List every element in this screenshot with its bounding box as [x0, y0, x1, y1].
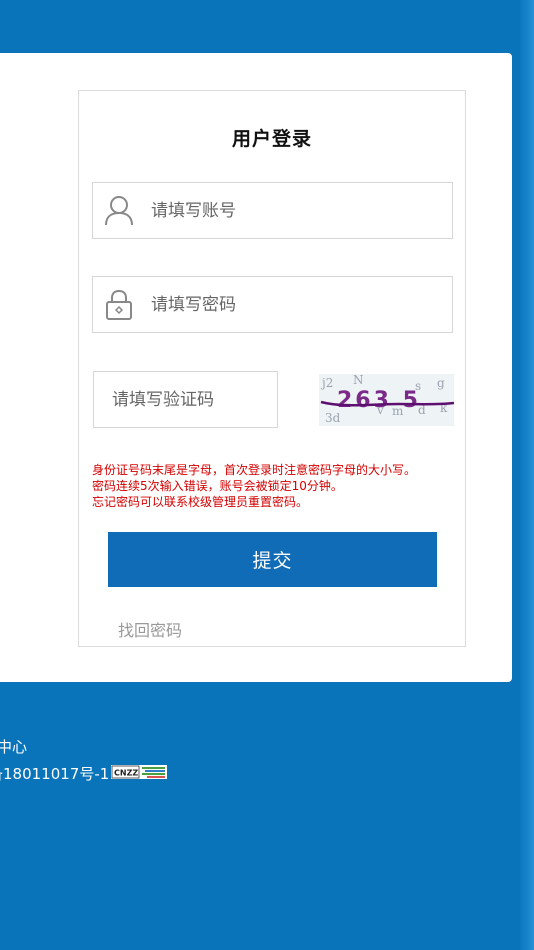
captcha-image[interactable]: j2 N s g 3d v m d k 263 5 [319, 374, 454, 426]
cnzz-badge[interactable]: CNZZ [111, 765, 167, 779]
svg-text:g: g [437, 376, 445, 390]
password-field [92, 276, 453, 333]
svg-text:3d: 3d [325, 411, 341, 425]
user-icon [104, 195, 134, 227]
notice-line: 身份证号码末尾是字母，首次登录时注意密码字母的大小写。 [92, 463, 417, 477]
notice-line: 忘记密码可以联系校级管理员重置密码。 [92, 495, 309, 509]
password-input[interactable] [151, 277, 444, 332]
login-title: 用户登录 [231, 128, 312, 150]
footer-icp-text: 备18011017号-1 [0, 765, 110, 783]
notice-line: 密码连续5次输入错误，账号会被锁定10分钟。 [92, 479, 343, 493]
lock-icon [104, 289, 134, 321]
captcha-input[interactable] [112, 372, 271, 427]
forgot-password-link[interactable]: 找回密码 [118, 617, 182, 641]
account-field [92, 182, 453, 239]
svg-text:j2: j2 [320, 376, 333, 390]
submit-button[interactable]: 提交 [108, 532, 437, 587]
account-input[interactable] [151, 183, 444, 238]
captcha-text: 263 5 [337, 388, 421, 413]
svg-text:N: N [353, 374, 364, 387]
footer-org-text: 育中心 [0, 738, 28, 756]
captcha-field [93, 371, 278, 428]
login-notice: 身份证号码末尾是字母，首次登录时注意密码字母的大小写。 密码连续5次输入错误，账… [92, 462, 462, 510]
cnzz-badge-text: CNZZ [114, 769, 138, 778]
